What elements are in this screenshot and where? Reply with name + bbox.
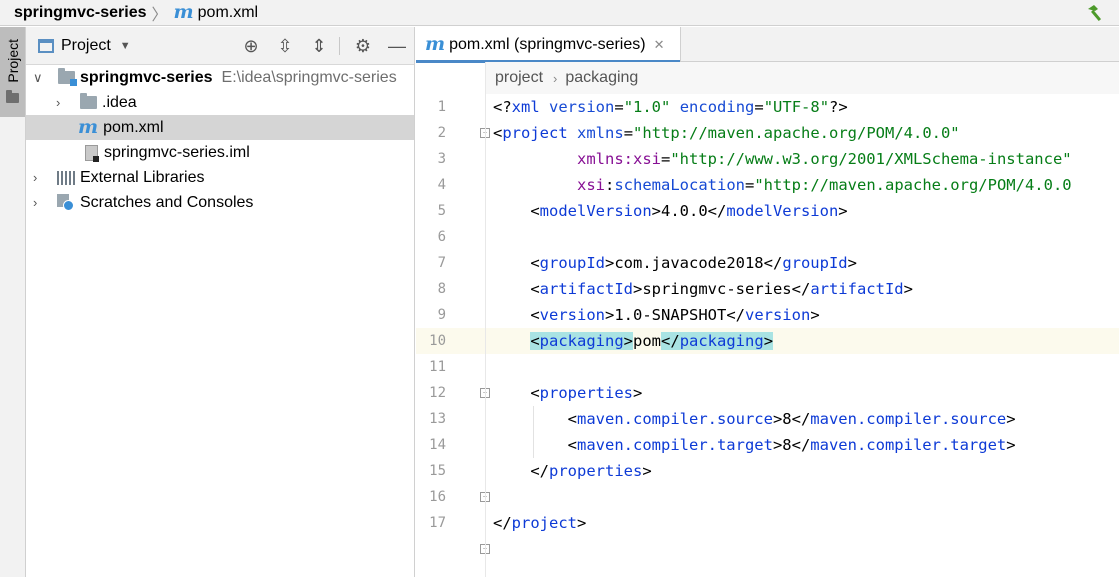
navigation-bar: springmvc-series 〉 m pom.xml xyxy=(0,0,1119,26)
tree-item-label: External Libraries xyxy=(80,168,205,186)
folder-icon xyxy=(80,93,97,109)
code-editor[interactable]: <?xml version="1.0" encoding="UTF-8"?> <… xyxy=(486,94,1119,577)
line-number: 14 xyxy=(429,437,446,453)
line-number: 6 xyxy=(437,229,446,245)
project-view-selector[interactable]: Project xyxy=(61,37,111,55)
editor-tab-bar: m pom.xml (springmvc-series) ✕ xyxy=(416,27,1119,63)
line-number: 13 xyxy=(429,411,446,427)
header-divider xyxy=(339,37,340,55)
module-folder-icon xyxy=(58,68,77,86)
line-number: 5 xyxy=(437,203,446,219)
line-number: 8 xyxy=(437,281,446,297)
code-line-4: xsi:schemaLocation="http://maven.apache.… xyxy=(577,176,1072,194)
tree-item-label: springmvc-series xyxy=(80,68,213,86)
line-number: 1 xyxy=(437,99,446,115)
chevron-right-icon: 〉 xyxy=(151,6,168,24)
dropdown-caret-icon[interactable]: ▼ xyxy=(120,40,131,52)
line-number: 15 xyxy=(429,463,446,479)
line-number: 3 xyxy=(437,151,446,167)
line-number: 4 xyxy=(437,177,446,193)
code-line-13: <maven.compiler.source>8</maven.compiler… xyxy=(493,410,1016,428)
code-line-9: <version>1.0-SNAPSHOT</version> xyxy=(493,306,820,324)
scratches-icon xyxy=(57,194,74,211)
code-line-10-current: <packaging>pom</packaging> xyxy=(486,328,1119,354)
nav-project-name[interactable]: springmvc-series xyxy=(14,4,147,22)
project-panel-header: Project ▼ ⊕ ⇳ ⇕ ⚙ — xyxy=(26,27,414,65)
line-number: 16 xyxy=(429,489,446,505)
code-line-1: <?xml version="1.0" encoding="UTF-8"?> xyxy=(493,98,848,116)
line-number: 17 xyxy=(429,515,446,531)
tree-item-path: E:\idea\springmvc-series xyxy=(221,68,397,86)
tree-item-label: .idea xyxy=(102,93,137,111)
code-line-2: <project xmlns="http://maven.apache.org/… xyxy=(493,124,960,142)
line-number-current: 10 xyxy=(416,328,485,354)
code-line-8: <artifactId>springmvc-series</artifactId… xyxy=(493,280,913,298)
tab-title: pom.xml (springmvc-series) xyxy=(449,35,646,53)
tab-pom-xml[interactable]: m pom.xml (springmvc-series) ✕ xyxy=(416,27,681,63)
line-number: 11 xyxy=(429,359,446,375)
hide-panel-icon[interactable]: — xyxy=(387,36,407,56)
maven-icon: m xyxy=(425,33,446,55)
line-number: 2 xyxy=(437,125,446,141)
window-icon xyxy=(38,38,54,53)
folder-icon xyxy=(6,90,19,103)
tree-item-root-module[interactable]: ∨ springmvc-series E:\idea\springmvc-ser… xyxy=(26,65,414,90)
tree-item-pom[interactable]: m pom.xml xyxy=(26,115,414,140)
maven-icon: m xyxy=(78,116,99,138)
tree-item-external-libraries[interactable]: › External Libraries xyxy=(26,165,414,190)
code-line-17: </project> xyxy=(493,514,587,532)
editor-area: m pom.xml (springmvc-series) ✕ project ›… xyxy=(416,27,1119,577)
line-number: 7 xyxy=(437,255,446,271)
chevron-right-icon[interactable]: › xyxy=(33,196,43,209)
project-tool-tab[interactable]: Project xyxy=(0,27,25,117)
library-icon xyxy=(57,170,75,185)
code-line-5: <modelVersion>4.0.0</modelVersion> xyxy=(493,202,848,220)
code-line-7: <groupId>com.javacode2018</groupId> xyxy=(493,254,857,272)
code-line-15: </properties> xyxy=(493,462,652,480)
chevron-right-icon: › xyxy=(553,70,558,86)
maven-icon: m xyxy=(173,1,194,23)
nav-file-name[interactable]: pom.xml xyxy=(198,4,258,22)
line-number: 12 xyxy=(429,385,446,401)
line-number-gutter: 1 2 3 4 5 6 7 8 9 10 11 12 13 14 15 16 1… xyxy=(416,94,490,577)
breadcrumb-project[interactable]: project xyxy=(495,69,543,87)
project-panel: Project ▼ ⊕ ⇳ ⇕ ⚙ — ∨ springmvc-series E… xyxy=(26,27,415,577)
gear-icon[interactable]: ⚙ xyxy=(353,36,373,56)
build-hammer-icon[interactable] xyxy=(1085,3,1105,23)
tree-item-label: pom.xml xyxy=(103,118,164,136)
collapse-all-icon[interactable]: ⇕ xyxy=(309,36,329,56)
line-number: 9 xyxy=(437,307,446,323)
left-tool-strip: Project ure xyxy=(0,27,26,577)
code-line-12: <properties> xyxy=(493,384,643,402)
tree-item-iml[interactable]: springmvc-series.iml xyxy=(26,140,414,165)
tree-item-scratches[interactable]: › Scratches and Consoles xyxy=(26,190,414,215)
chevron-right-icon[interactable]: › xyxy=(56,96,66,109)
tree-item-label: Scratches and Consoles xyxy=(80,193,254,211)
code-line-14: <maven.compiler.target>8</maven.compiler… xyxy=(493,436,1016,454)
editor-breadcrumb: project › packaging xyxy=(485,62,1119,94)
code-line-3: xmlns:xsi="http://www.w3.org/2001/XMLSch… xyxy=(577,150,1072,168)
tree-item-label: springmvc-series.iml xyxy=(104,143,250,161)
project-tool-tab-label: Project xyxy=(5,39,21,83)
tree-item-idea[interactable]: › .idea xyxy=(26,90,414,115)
breadcrumb-packaging[interactable]: packaging xyxy=(565,69,638,87)
expand-all-icon[interactable]: ⇳ xyxy=(275,36,295,56)
iml-file-icon xyxy=(85,144,99,162)
close-icon[interactable]: ✕ xyxy=(654,37,665,53)
locate-crosshair-icon[interactable]: ⊕ xyxy=(241,36,261,56)
chevron-right-icon[interactable]: › xyxy=(33,171,43,184)
chevron-down-icon[interactable]: ∨ xyxy=(33,71,43,84)
